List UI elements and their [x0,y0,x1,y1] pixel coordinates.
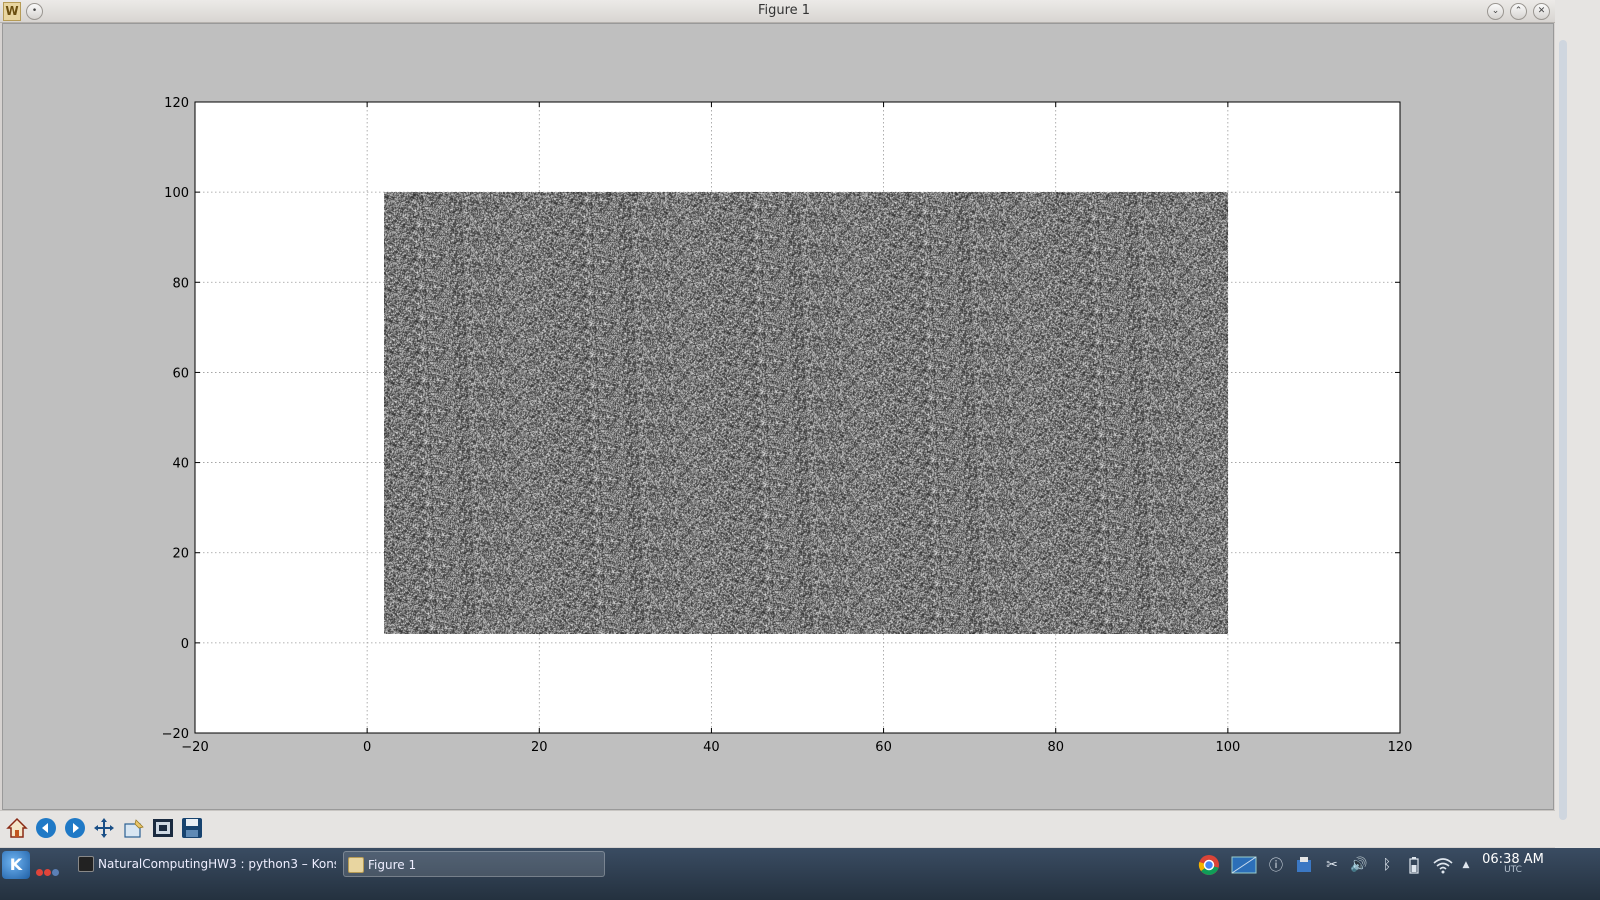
back-button[interactable] [33,815,59,841]
arrow-left-icon [36,818,56,838]
y-tick-label: −20 [162,727,189,742]
x-tick-label: −20 [181,740,208,755]
figure-icon [348,857,364,873]
battery-icon[interactable] [1404,856,1424,874]
x-tick-label: 80 [1047,740,1064,755]
bluetooth-icon[interactable]: ᛒ [1377,856,1397,874]
window-titlebar: W • Figure 1 ⌄ ⌃ ✕ [0,0,1568,23]
figure-canvas[interactable]: −20 0 20 40 60 80 100 120 −20 0 20 40 60 80 100 120 [2,23,1554,810]
window-title: Figure 1 [757,3,811,18]
x-tick-label: 40 [703,740,720,755]
y-tick-label: 0 [181,637,189,652]
y-tick-label: 60 [172,366,189,381]
taskbar: K NaturalComputingHW3 : python3 – Konsol… [0,848,1600,900]
subplots-icon [153,819,173,837]
x-tick-label: 60 [875,740,892,755]
save-icon [182,818,202,838]
x-tick-label: 100 [1215,740,1240,755]
minimize-button[interactable]: ⌄ [1487,3,1504,20]
activities-icon[interactable] [36,861,60,880]
forward-button[interactable] [62,815,88,841]
display-icon[interactable] [1230,856,1258,874]
close-button[interactable]: ✕ [1533,3,1550,20]
application-launcher[interactable]: K [2,851,30,879]
move-icon [94,818,114,838]
x-tick-label: 120 [1388,740,1413,755]
x-tick-label: 20 [531,740,548,755]
subplots-button[interactable] [150,815,176,841]
home-icon [6,817,28,838]
chrome-icon[interactable] [1197,855,1221,875]
scatter-points [384,192,1228,634]
scatter-chart: −20 0 20 40 60 80 100 120 −20 0 20 40 60 80 100 120 [162,96,1413,755]
task-konsole[interactable]: NaturalComputingHW3 : python3 – Konsole [74,851,336,877]
clock[interactable]: 06:38 AM UTC [1478,852,1548,875]
terminal-icon [78,856,94,872]
scissors-icon[interactable]: ✂ [1322,856,1342,874]
y-tick-label: 100 [164,186,189,201]
x-tick-label: 0 [363,740,371,755]
zoom-rect-icon [124,819,144,838]
y-tick-label: 120 [164,96,189,111]
task-figure[interactable]: Figure 1 [343,851,605,877]
y-tick-label: 20 [172,547,189,562]
wifi-icon[interactable] [1431,856,1455,874]
scrollbar[interactable] [1559,40,1567,820]
maximize-button[interactable]: ⌃ [1510,3,1527,20]
volume-icon[interactable]: 🔊 [1348,856,1370,874]
y-tick-label: 80 [172,276,189,291]
right-edge-panel [1555,0,1600,848]
save-button[interactable] [179,815,205,841]
pan-button[interactable] [91,815,117,841]
arrow-right-icon [65,818,85,838]
task-label: NaturalComputingHW3 : python3 – Konsole [98,857,336,871]
tray-expand-icon[interactable]: ▲ [1459,856,1473,874]
task-label: Figure 1 [368,858,417,872]
home-button[interactable] [4,815,30,841]
figure-toolbar [0,810,1555,847]
scatter-points-canvas [384,192,1228,634]
y-tick-label: 40 [172,457,189,472]
zoom-button[interactable] [121,815,147,841]
package-icon[interactable] [1293,856,1315,874]
info-icon[interactable]: ⓘ [1266,856,1286,874]
